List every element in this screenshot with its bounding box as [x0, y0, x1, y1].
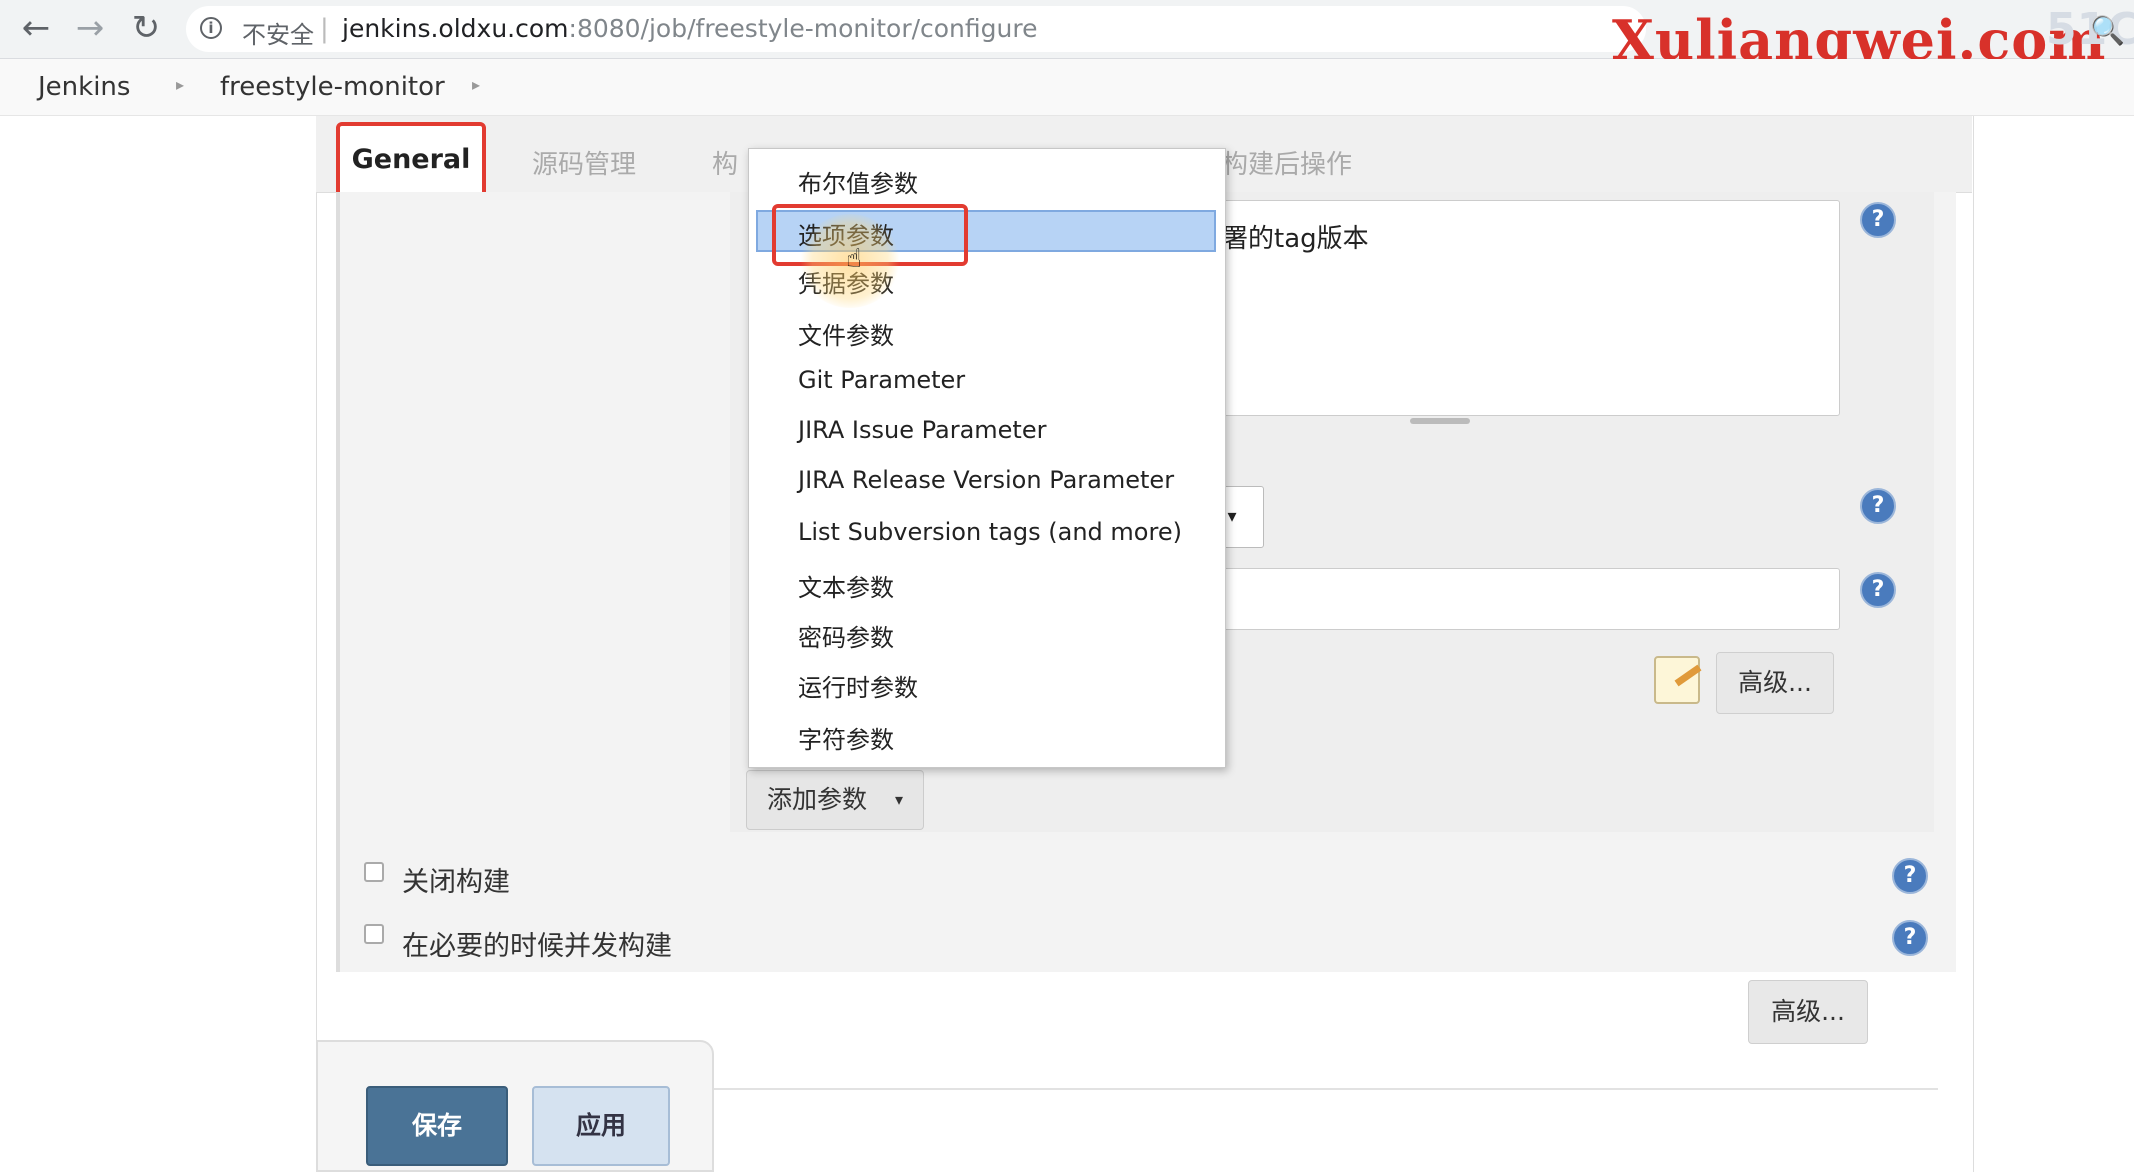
breadcrumb: Jenkins ▸ freestyle-monitor ▸ [0, 59, 2134, 116]
tab-post-build[interactable]: 构建后操作 [1222, 144, 1352, 181]
default-value-input[interactable] [1200, 568, 1840, 630]
menu-item-string[interactable]: 字符参数 [798, 720, 894, 755]
chevron-right-icon[interactable]: ▸ [176, 75, 184, 94]
disable-build-checkbox[interactable] [364, 862, 384, 882]
concurrent-build-checkbox[interactable] [364, 924, 384, 944]
reload-icon[interactable]: ↻ [126, 8, 166, 48]
section-divider [712, 1088, 1938, 1090]
menu-item-jira-release[interactable]: JIRA Release Version Parameter [798, 466, 1174, 494]
help-icon[interactable]: ? [1860, 572, 1896, 608]
breadcrumb-job[interactable]: freestyle-monitor [220, 72, 445, 102]
security-label: 不安全 [242, 21, 314, 49]
help-icon[interactable]: ? [1892, 920, 1928, 956]
info-icon[interactable]: i [200, 17, 222, 39]
tab-general[interactable]: General [336, 122, 486, 198]
general-advanced-button[interactable]: 高级... [1748, 980, 1868, 1044]
notepad-edit-icon[interactable] [1654, 656, 1700, 704]
horizontal-scrollbar[interactable] [1410, 418, 1470, 424]
menu-item-jira-issue[interactable]: JIRA Issue Parameter [798, 416, 1046, 444]
help-icon[interactable]: ? [1860, 488, 1896, 524]
address-bar[interactable]: i 不安全 | jenkins.oldxu.com:8080/job/frees… [186, 6, 1646, 52]
menu-item-text[interactable]: 文本参数 [798, 568, 894, 603]
caret-down-icon: ▾ [894, 790, 903, 809]
browser-toolbar: ← → ↻ i 不安全 | jenkins.oldxu.com:8080/job… [0, 0, 2134, 72]
help-icon[interactable]: ? [1892, 858, 1928, 894]
back-arrow-icon[interactable]: ← [16, 8, 56, 48]
save-button[interactable]: 保存 [366, 1086, 508, 1166]
add-parameter-button[interactable]: 添加参数 ▾ [746, 770, 924, 830]
tab-build-triggers[interactable]: 构 [712, 144, 738, 181]
menu-item-git-parameter[interactable]: Git Parameter [798, 366, 965, 394]
menu-item-boolean[interactable]: 布尔值参数 [798, 164, 918, 199]
url-text: jenkins.oldxu.com:8080/job/freestyle-mon… [342, 14, 1038, 43]
concurrent-build-label: 在必要的时候并发构建 [402, 931, 672, 962]
zoom-icon[interactable]: 🔍 [2090, 14, 2125, 47]
forward-arrow-icon[interactable]: → [70, 8, 110, 48]
hand-cursor-icon: ☝ [846, 244, 862, 274]
menu-item-file[interactable]: 文件参数 [798, 316, 894, 351]
help-icon[interactable]: ? [1860, 202, 1896, 238]
tab-source[interactable]: 源码管理 [532, 144, 636, 181]
menu-item-password[interactable]: 密码参数 [798, 618, 894, 653]
disable-build-label: 关闭构建 [402, 867, 510, 898]
chevron-right-icon[interactable]: ▸ [472, 75, 480, 94]
description-text: 署的tag版本 [1222, 224, 1369, 254]
menu-item-run[interactable]: 运行时参数 [798, 668, 918, 703]
apply-button[interactable]: 应用 [532, 1086, 670, 1166]
separator: | [320, 14, 329, 44]
menu-item-svn-tags[interactable]: List Subversion tags (and more) [798, 518, 1182, 546]
add-parameter-label: 添加参数 [767, 785, 868, 814]
breadcrumb-jenkins[interactable]: Jenkins [38, 72, 130, 102]
param-advanced-button[interactable]: 高级... [1716, 652, 1834, 714]
